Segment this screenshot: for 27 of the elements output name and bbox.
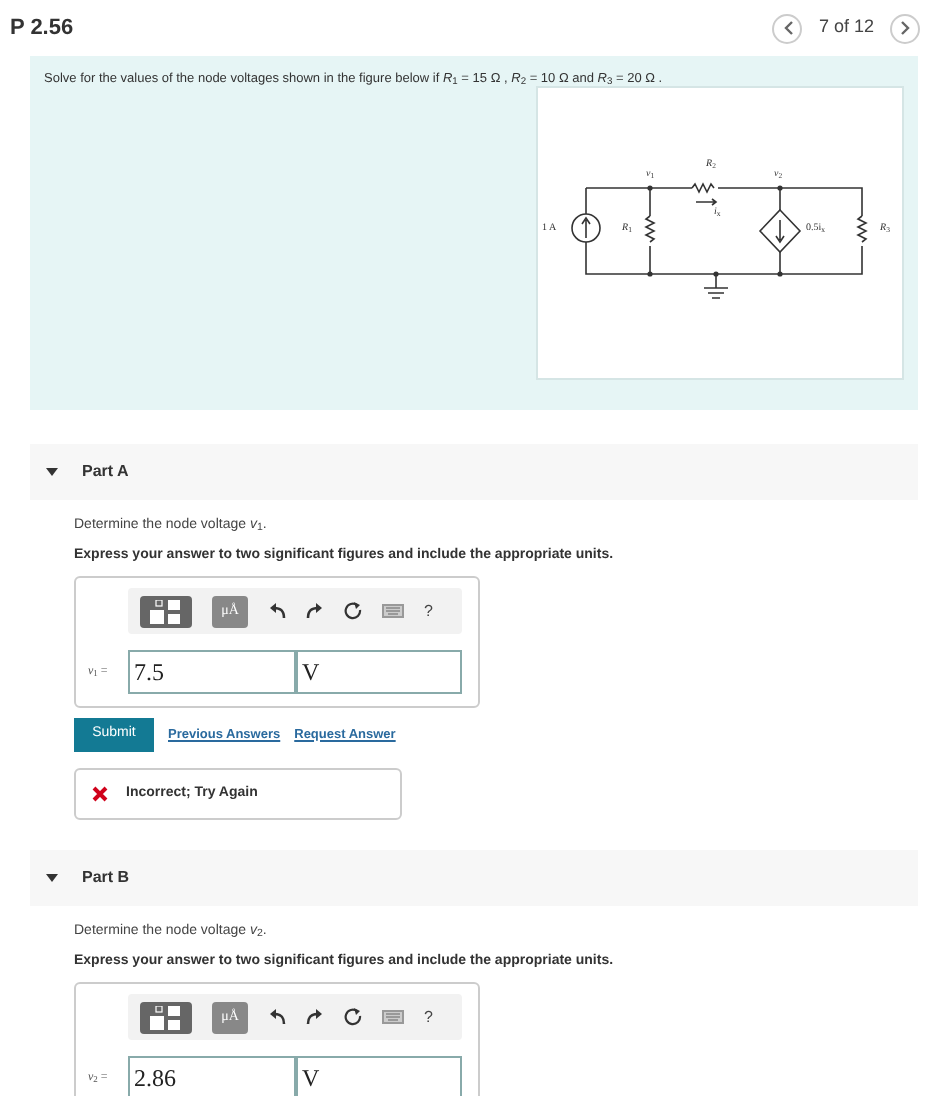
redo-icon[interactable]: [306, 602, 324, 620]
reset-icon[interactable]: [344, 602, 362, 620]
caret-down-icon: [46, 468, 58, 476]
part-title: Part A: [82, 460, 129, 484]
next-button[interactable]: [890, 13, 920, 43]
cross-icon: [92, 786, 108, 802]
unit-field[interactable]: V: [296, 1056, 462, 1096]
undo-icon[interactable]: [268, 602, 286, 620]
part-header[interactable]: Part B: [30, 850, 918, 906]
help-button[interactable]: ?: [424, 1005, 433, 1029]
previous-button[interactable]: [772, 13, 803, 43]
unit-field[interactable]: V: [296, 650, 462, 694]
undo-icon[interactable]: [268, 1008, 286, 1026]
part-title: Part B: [82, 866, 130, 890]
templates-button[interactable]: [140, 1001, 192, 1033]
redo-icon[interactable]: [306, 1008, 324, 1026]
value-field[interactable]: 2.86: [128, 1056, 296, 1096]
page-counter: 7 of 12: [818, 14, 874, 41]
templates-button[interactable]: [140, 595, 192, 627]
reset-icon[interactable]: [344, 1008, 362, 1026]
part-header[interactable]: Part A: [30, 444, 918, 500]
help-button[interactable]: ?: [424, 599, 433, 623]
chevron-left-icon: [781, 20, 794, 36]
page-title: P 2.56: [10, 13, 74, 44]
chevron-right-icon: [899, 20, 911, 36]
caret-down-icon: [46, 874, 58, 882]
value-field[interactable]: 7.5: [128, 650, 296, 694]
